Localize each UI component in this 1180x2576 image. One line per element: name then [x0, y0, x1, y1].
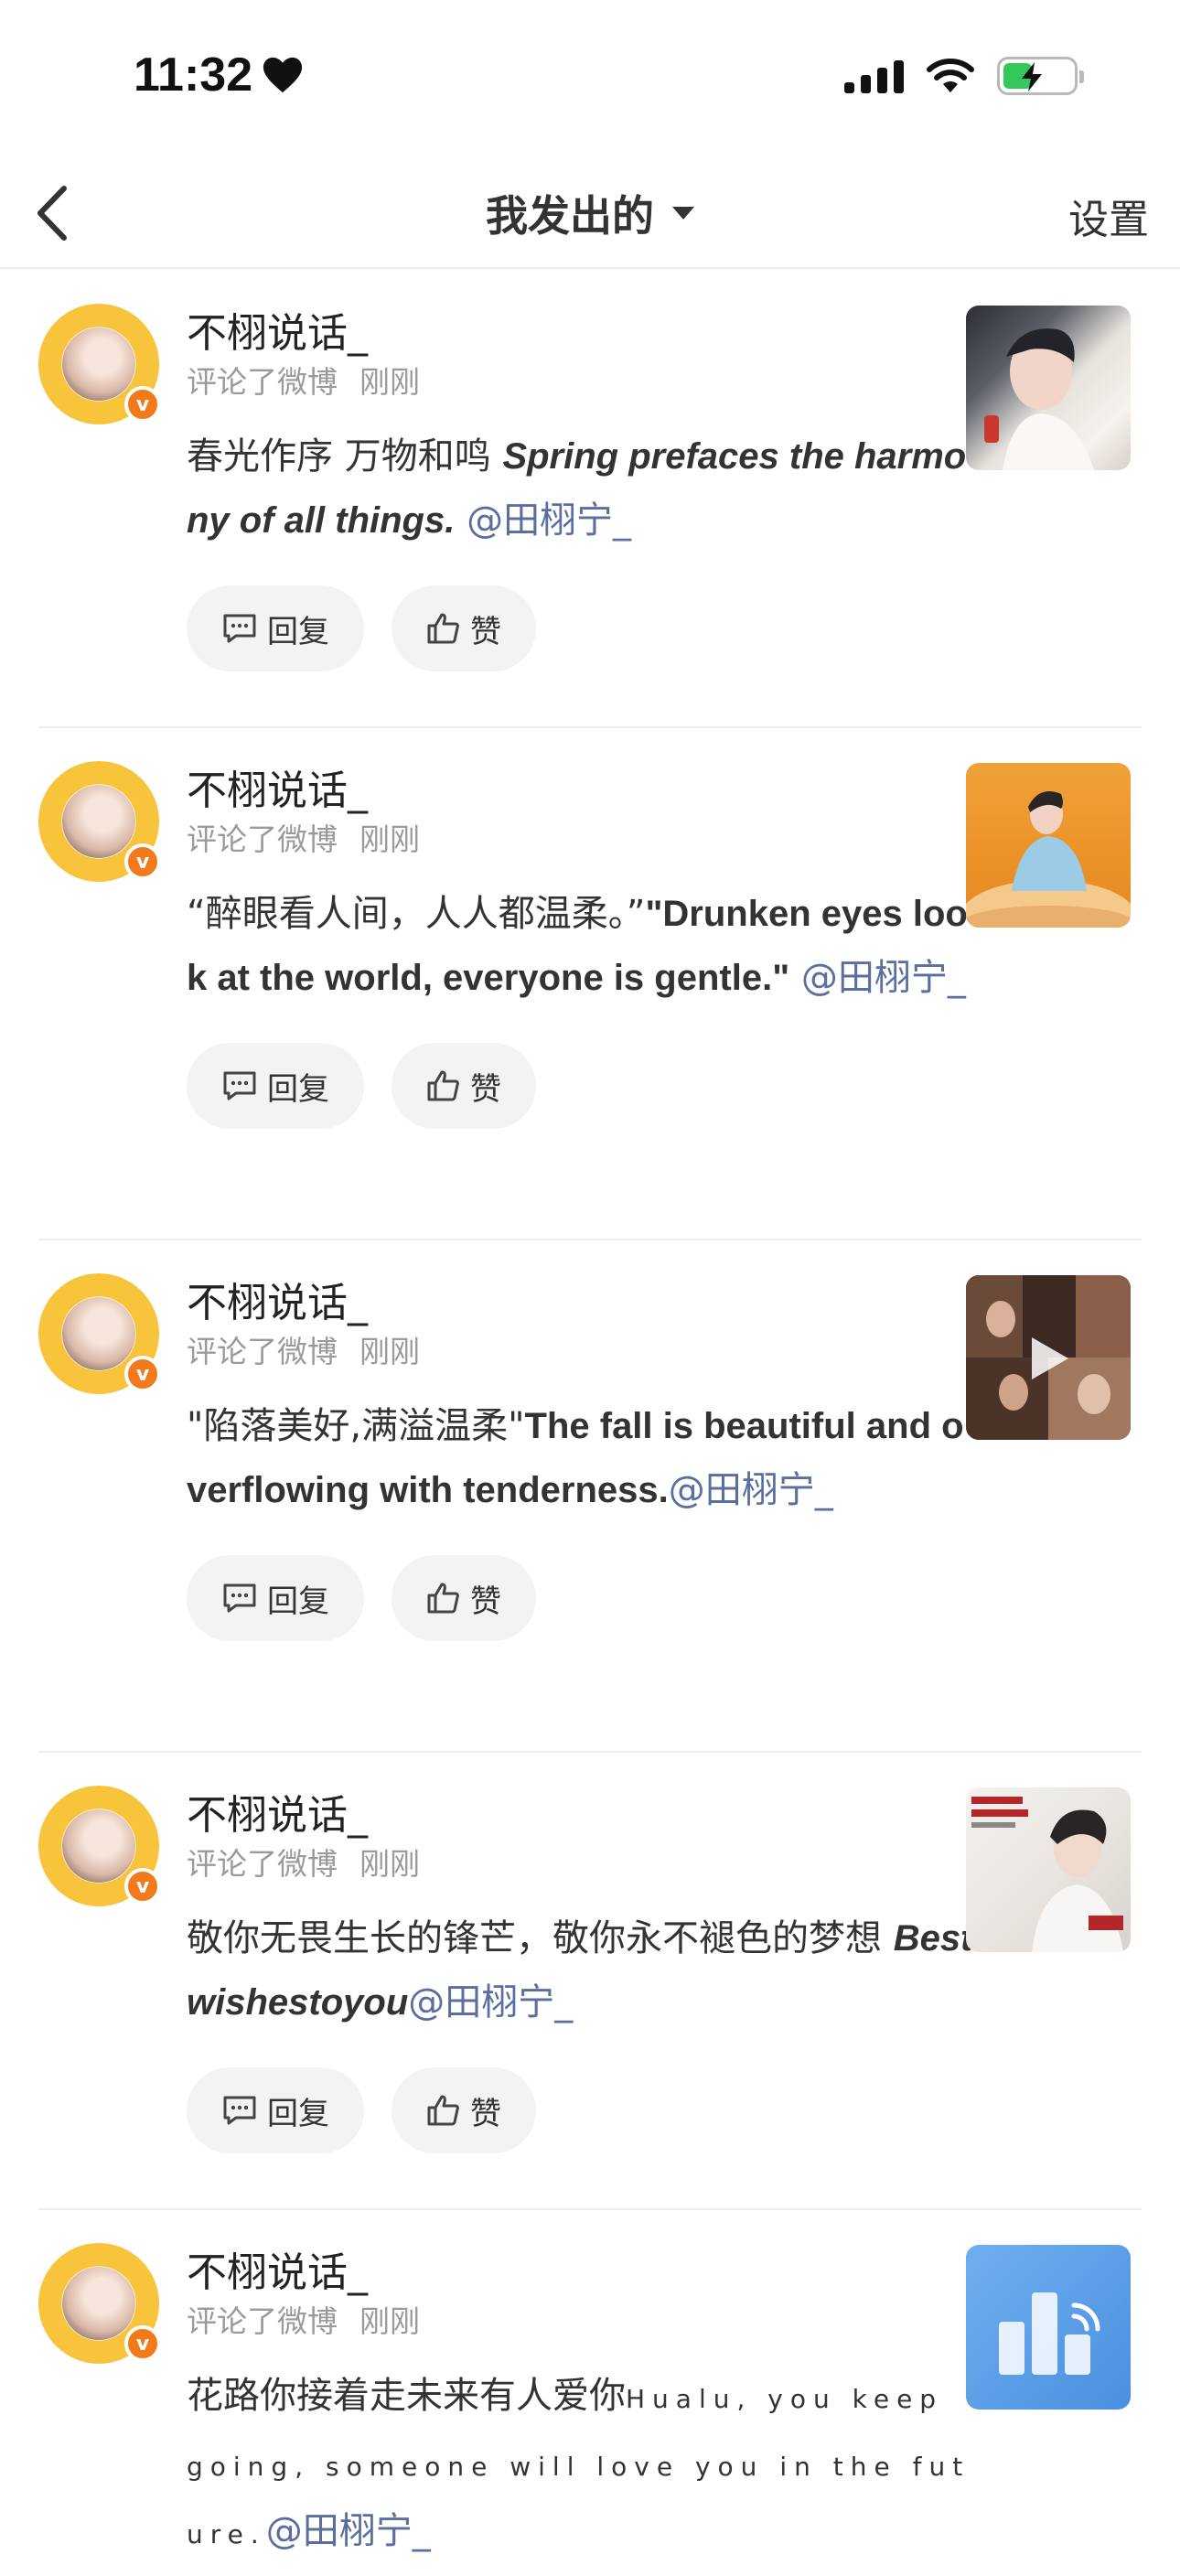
post-meta: 评论了微博 刚刚	[187, 1332, 973, 1372]
avatar[interactable]: v	[38, 1273, 161, 1394]
comment-text-zh: 春光作序 万物和鸣	[187, 435, 491, 478]
mention-link[interactable]: @田栩宁_	[801, 957, 966, 999]
stats-chart-icon	[999, 2292, 1100, 2375]
comment-icon	[223, 1071, 256, 1100]
action-text: 评论了微博	[187, 821, 338, 857]
comment-text: 花路你接着走未来有人爱你Hualu, you keep going, someo…	[187, 2364, 973, 2567]
reply-button[interactable]: 回复	[187, 1043, 364, 1129]
like-label: 赞	[470, 2095, 501, 2132]
comment-text: 春光作序 万物和鸣 Spring prefaces the harmony of…	[187, 424, 973, 553]
mention-link[interactable]: @田栩宁_	[408, 1981, 573, 2023]
post-meta: 评论了微博 刚刚	[187, 820, 973, 860]
post-meta: 评论了微博 刚刚	[187, 1844, 973, 1884]
comment-text-zh: "陷落美好,满溢温柔"	[187, 1405, 525, 1447]
reply-label: 回复	[267, 2095, 329, 2132]
portrait-image	[966, 791, 1131, 928]
comment-text: 敬你无畏生长的锋芒，敬你永不褪色的梦想 Bestwishestoyou@田栩宁_	[187, 1906, 973, 2034]
nav-bar: 我发出的 设置	[0, 156, 1180, 269]
verified-badge-icon: v	[124, 1868, 161, 1905]
post-thumbnail[interactable]	[966, 1275, 1131, 1440]
avatar[interactable]: v	[38, 2243, 161, 2364]
like-button[interactable]: 赞	[392, 585, 536, 671]
user-name[interactable]: 不栩说话_	[187, 765, 973, 818]
list-item[interactable]: v 不栩说话_ 评论了微博 刚刚 “醉眼看人间，人人都温柔。”"Drunken e…	[38, 728, 1142, 1240]
comment-text: “醉眼看人间，人人都温柔。”"Drunken eyes look at the …	[187, 882, 973, 1010]
comment-icon	[223, 1583, 256, 1613]
page-title[interactable]: 我发出的	[0, 183, 1180, 243]
timestamp: 刚刚	[359, 1846, 420, 1882]
post-meta: 评论了微博 刚刚	[187, 2302, 973, 2342]
like-button[interactable]: 赞	[392, 1043, 536, 1129]
verified-badge-icon: v	[124, 843, 161, 880]
comment-text-zh: 花路你接着走未来有人爱你	[187, 2375, 626, 2417]
post-thumbnail[interactable]	[966, 306, 1131, 470]
user-name[interactable]: 不栩说话_	[187, 1789, 973, 1842]
action-text: 评论了微博	[187, 1334, 338, 1369]
like-button[interactable]: 赞	[392, 2067, 536, 2153]
timestamp: 刚刚	[359, 1334, 420, 1369]
action-text: 评论了微博	[187, 364, 338, 400]
mention-link[interactable]: @田栩宁_	[467, 499, 631, 542]
list-item[interactable]: v 不栩说话_ 评论了微博 刚刚 敬你无畏生长的锋芒，敬你永不褪色的梦想 Best…	[38, 1753, 1142, 2210]
play-icon[interactable]	[1026, 1334, 1072, 1383]
action-text: 评论了微博	[187, 1846, 338, 1882]
post-thumbnail[interactable]	[966, 763, 1131, 928]
reply-label: 回复	[267, 1583, 329, 1620]
battery-icon	[997, 57, 1084, 95]
action-text: 评论了微博	[187, 2303, 338, 2339]
page-title-text: 我发出的	[486, 191, 654, 241]
comment-text-zh: 敬你无畏生长的锋芒，敬你永不褪色的梦想	[187, 1917, 894, 1959]
avatar[interactable]: v	[38, 1786, 161, 1906]
post-meta: 评论了微博 刚刚	[187, 362, 973, 402]
reply-label: 回复	[267, 613, 329, 650]
user-name[interactable]: 不栩说话_	[187, 2247, 973, 2300]
status-bar: 11:32	[0, 0, 1180, 156]
thumbs-up-icon	[427, 613, 459, 644]
reply-label: 回复	[267, 1070, 329, 1108]
thumbs-up-icon	[427, 2095, 459, 2126]
reply-button[interactable]: 回复	[187, 2067, 364, 2153]
like-button[interactable]: 赞	[392, 1555, 536, 1641]
list-item[interactable]: v 不栩说话_ 评论了微博 刚刚 花路你接着走未来有人爱你Hualu, you k…	[38, 2210, 1142, 2576]
heart-icon	[263, 57, 303, 93]
reply-button[interactable]: 回复	[187, 585, 364, 671]
comment-icon	[223, 2096, 256, 2125]
post-thumbnail[interactable]	[966, 1787, 1131, 1952]
thumbs-up-icon	[427, 1070, 459, 1101]
wifi-icon	[927, 59, 974, 92]
caret-down-icon	[672, 207, 694, 220]
post-thumbnail[interactable]	[966, 2245, 1131, 2410]
avatar[interactable]: v	[38, 304, 161, 424]
cellular-signal-icon	[844, 59, 904, 93]
user-name[interactable]: 不栩说话_	[187, 307, 973, 360]
list-item[interactable]: v 不栩说话_ 评论了微博 刚刚 春光作序 万物和鸣 Spring preface…	[38, 271, 1142, 728]
comment-text: "陷落美好,满溢温柔"The fall is beautiful and ove…	[187, 1394, 973, 1522]
verified-badge-icon: v	[124, 1356, 161, 1392]
timestamp: 刚刚	[359, 364, 420, 400]
comment-text-zh: “醉眼看人间，人人都温柔。”	[187, 893, 646, 935]
status-indicators	[844, 57, 1084, 95]
verified-badge-icon: v	[124, 2325, 161, 2362]
timestamp: 刚刚	[359, 821, 420, 857]
thumbs-up-icon	[427, 1583, 459, 1614]
status-time: 11:32	[134, 48, 304, 102]
like-label: 赞	[470, 1583, 501, 1620]
portrait-image	[984, 328, 1094, 470]
reply-button[interactable]: 回复	[187, 1555, 364, 1641]
timestamp: 刚刚	[359, 2303, 420, 2339]
mention-link[interactable]: @田栩宁_	[669, 1469, 833, 1511]
mention-link[interactable]: @田栩宁_	[266, 2510, 431, 2552]
list-item[interactable]: v 不栩说话_ 评论了微博 刚刚 "陷落美好,满溢温柔"The fall is b…	[38, 1240, 1142, 1753]
like-label: 赞	[470, 613, 501, 650]
comment-feed: v 不栩说话_ 评论了微博 刚刚 春光作序 万物和鸣 Spring preface…	[0, 271, 1180, 2576]
comment-icon	[223, 614, 256, 643]
user-name[interactable]: 不栩说话_	[187, 1277, 973, 1330]
avatar[interactable]: v	[38, 761, 161, 882]
verified-badge-icon: v	[124, 386, 161, 423]
status-time-text: 11:32	[134, 48, 253, 102]
settings-button[interactable]: 设置	[1068, 187, 1149, 245]
magazine-cover-image	[971, 1797, 1123, 1952]
like-label: 赞	[470, 1070, 501, 1108]
